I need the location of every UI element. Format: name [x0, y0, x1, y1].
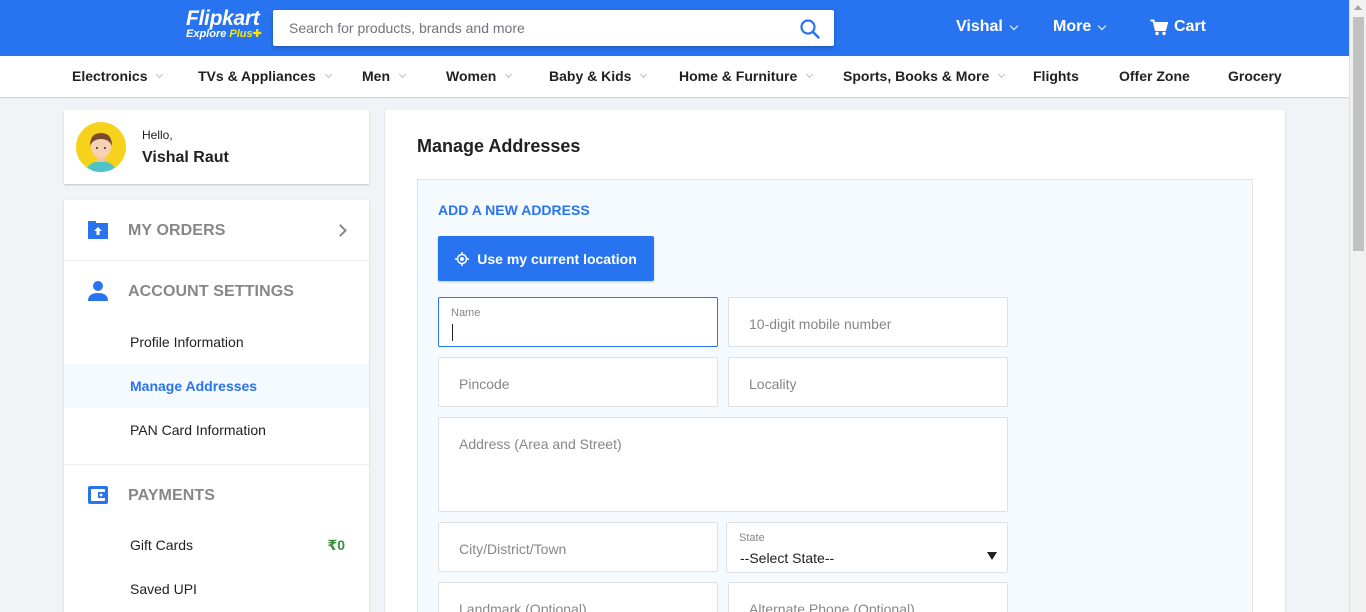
- dropdown-arrow-icon: [987, 552, 997, 560]
- address-placeholder: Address (Area and Street): [459, 436, 622, 452]
- profile-information-link[interactable]: Profile Information: [64, 320, 369, 364]
- scrollbar-thumb[interactable]: [1353, 17, 1364, 251]
- top-header: Flipkart Explore Plus✚ Vishal More Cart: [0, 0, 1349, 56]
- category-electronics[interactable]: Electronics: [72, 68, 164, 84]
- cart-button[interactable]: Cart: [1150, 18, 1206, 36]
- chevron-down-icon: [640, 70, 648, 79]
- profile-card: Hello, Vishal Raut: [64, 110, 369, 184]
- city-placeholder: City/District/Town: [459, 541, 567, 557]
- payments-header: PAYMENTS: [64, 465, 369, 525]
- alternate-phone-placeholder: Alternate Phone (Optional): [749, 601, 915, 612]
- chevron-down-icon: [324, 70, 332, 79]
- manage-addresses-link[interactable]: Manage Addresses: [64, 364, 369, 408]
- scroll-up-arrow-icon[interactable]: [1354, 5, 1362, 10]
- state-select[interactable]: State --Select State--: [726, 522, 1008, 573]
- locality-field[interactable]: Locality: [728, 357, 1008, 407]
- my-orders-link[interactable]: MY ORDERS: [64, 200, 369, 260]
- chevron-down-icon: [998, 70, 1006, 79]
- gift-card-balance: ₹0: [327, 537, 345, 553]
- account-settings-label: ACCOUNT SETTINGS: [128, 283, 295, 300]
- flipkart-logo[interactable]: Flipkart Explore Plus✚: [186, 8, 262, 40]
- category-bar: Electronics TVs & Appliances Men Women B…: [0, 56, 1349, 97]
- chevron-down-icon: [156, 70, 164, 79]
- my-orders-label: MY ORDERS: [128, 222, 226, 239]
- user-label: Vishal: [956, 18, 1003, 35]
- orders-icon: [88, 221, 108, 239]
- category-grocery[interactable]: Grocery: [1228, 68, 1282, 84]
- search-input[interactable]: [273, 10, 793, 46]
- avatar-icon: [86, 133, 116, 172]
- locality-placeholder: Locality: [749, 376, 797, 392]
- category-flights[interactable]: Flights: [1033, 68, 1079, 84]
- text-cursor: [452, 324, 453, 341]
- user-menu[interactable]: Vishal: [956, 18, 1019, 36]
- location-target-icon: [455, 251, 470, 266]
- name-field[interactable]: Name: [438, 297, 718, 347]
- greeting: Hello,: [142, 128, 173, 142]
- pincode-field[interactable]: Pincode: [438, 357, 718, 407]
- chevron-right-icon: [334, 224, 347, 237]
- page-scrollbar[interactable]: [1349, 0, 1366, 612]
- more-label: More: [1053, 18, 1092, 35]
- category-baby-kids[interactable]: Baby & Kids: [549, 68, 648, 84]
- cart-label: Cart: [1174, 18, 1207, 35]
- logo-brand: Flipkart: [186, 7, 260, 30]
- account-settings-header: ACCOUNT SETTINGS: [64, 261, 369, 321]
- plus-icon: ✚: [252, 28, 262, 40]
- person-icon: [88, 281, 108, 301]
- chevron-down-icon: [398, 70, 407, 79]
- city-field[interactable]: City/District/Town: [438, 522, 718, 572]
- mobile-placeholder: 10-digit mobile number: [749, 316, 892, 332]
- gift-cards-link[interactable]: Gift Cards ₹0: [64, 523, 369, 567]
- avatar: [76, 122, 126, 172]
- address-textarea[interactable]: Address (Area and Street): [438, 417, 1008, 512]
- use-current-location-button[interactable]: Use my current location: [438, 236, 654, 281]
- landmark-placeholder: Landmark (Optional): [459, 601, 587, 612]
- main-content: Manage Addresses ADD A NEW ADDRESS Use m…: [385, 110, 1285, 612]
- chevron-down-icon: [1009, 21, 1019, 30]
- cart-icon: [1150, 19, 1168, 35]
- category-home-furniture[interactable]: Home & Furniture: [679, 68, 814, 84]
- page-title: Manage Addresses: [417, 136, 581, 156]
- category-men[interactable]: Men: [362, 68, 407, 84]
- state-label: State: [739, 532, 765, 544]
- location-button-label: Use my current location: [477, 250, 637, 267]
- saved-upi-link[interactable]: Saved UPI: [64, 567, 369, 611]
- add-address-title[interactable]: ADD A NEW ADDRESS: [438, 202, 590, 218]
- landmark-field[interactable]: Landmark (Optional): [438, 582, 718, 612]
- chevron-down-icon: [1097, 21, 1107, 30]
- category-offer-zone[interactable]: Offer Zone: [1119, 68, 1190, 84]
- payments-label: PAYMENTS: [128, 487, 216, 504]
- state-value: --Select State--: [740, 550, 835, 566]
- account-menu: MY ORDERS ACCOUNT SETTINGS Profile Infor…: [64, 200, 369, 612]
- category-tvs-appliances[interactable]: TVs & Appliances: [198, 68, 332, 84]
- more-menu[interactable]: More: [1053, 18, 1107, 36]
- add-address-form: ADD A NEW ADDRESS Use my current locatio…: [417, 179, 1253, 612]
- logo-plus: Plus: [229, 28, 253, 40]
- name-label: Name: [451, 307, 481, 319]
- alternate-phone-field[interactable]: Alternate Phone (Optional): [728, 582, 1008, 612]
- pan-card-information-link[interactable]: PAN Card Information: [64, 408, 369, 452]
- logo-sub: Explore: [186, 28, 230, 40]
- wallet-icon: [88, 486, 108, 504]
- chevron-down-icon: [806, 70, 814, 79]
- gift-cards-label: Gift Cards: [130, 537, 194, 553]
- category-women[interactable]: Women: [446, 68, 513, 84]
- search-bar: [273, 10, 834, 46]
- chevron-down-icon: [505, 70, 513, 79]
- category-sports-books[interactable]: Sports, Books & More: [843, 68, 1006, 84]
- pincode-placeholder: Pincode: [459, 376, 510, 392]
- user-name: Vishal Raut: [142, 149, 229, 166]
- search-icon[interactable]: [800, 19, 820, 39]
- mobile-field[interactable]: 10-digit mobile number: [728, 297, 1008, 347]
